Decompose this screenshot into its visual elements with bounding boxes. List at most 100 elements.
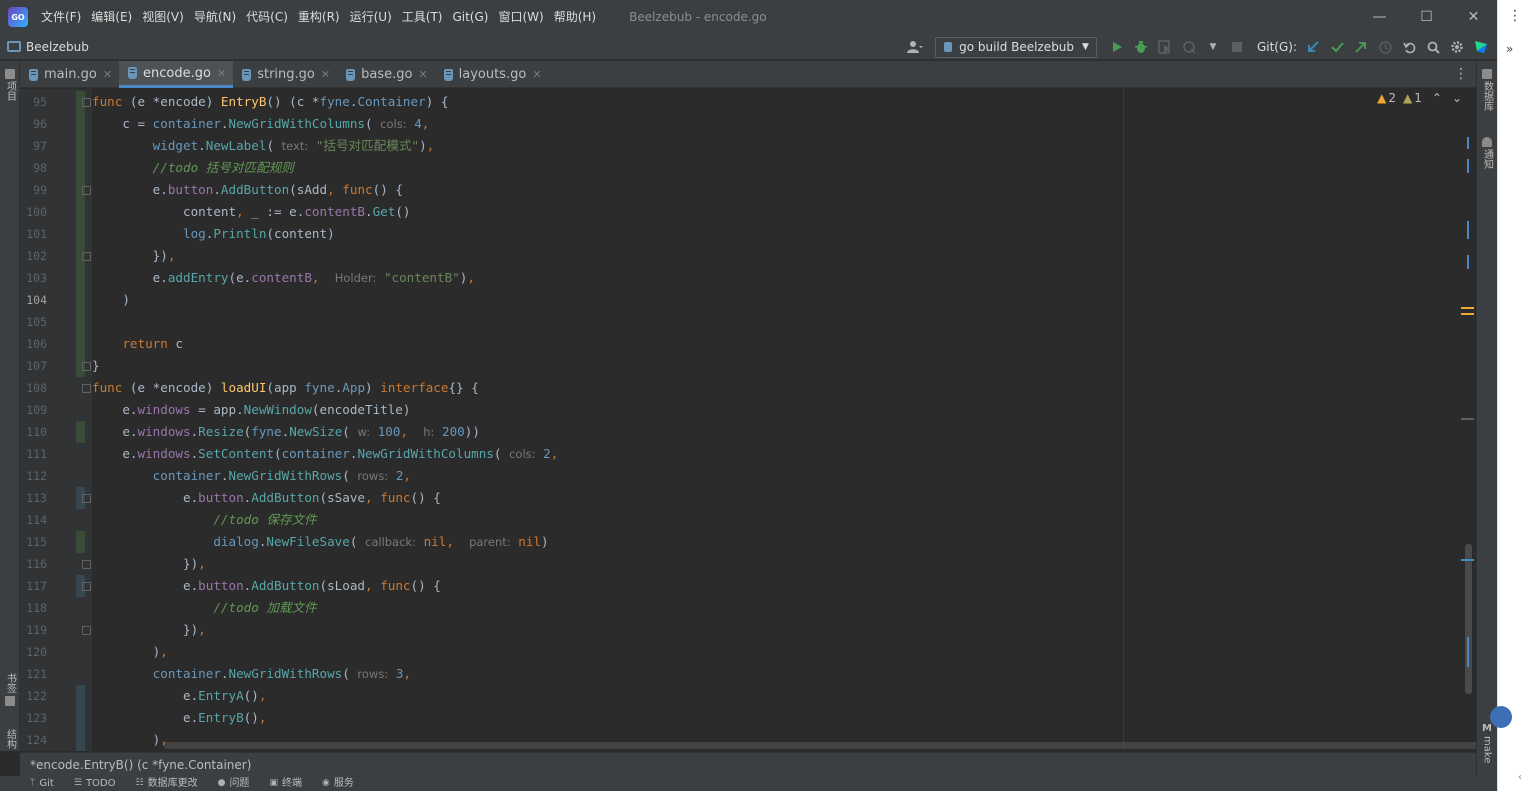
terminal-tool-button[interactable]: ▣ 终端	[269, 776, 302, 791]
close-icon[interactable]: ✕	[532, 68, 541, 81]
next-highlight-icon[interactable]: ⌄	[1452, 91, 1462, 105]
more-run-options-chevron-icon[interactable]: ▼	[1202, 36, 1224, 58]
go-file-icon	[346, 68, 356, 81]
vcs-added-marker[interactable]	[76, 421, 85, 443]
floating-assistant-button[interactable]	[1490, 706, 1512, 728]
collapse-panel-icon[interactable]: ‹	[1518, 772, 1522, 783]
tab-encode-go[interactable]: encode.go ✕	[119, 61, 234, 88]
horizontal-scrollbar[interactable]	[164, 742, 1476, 749]
tab-base-go[interactable]: base.go ✕	[337, 61, 435, 88]
database-tool-tab[interactable]: 数据库	[1477, 69, 1497, 111]
vcs-added-marker[interactable]	[76, 289, 85, 311]
inspection-widget[interactable]: ▲ 2 ▲ 1 ⌃ ⌄	[1377, 91, 1462, 105]
git-push-icon[interactable]	[1350, 36, 1372, 58]
settings-gear-icon[interactable]	[1446, 36, 1468, 58]
bottom-tool-window-bar: ᛘ Git ☰ TODO ☷ 数据库更改 ● 问题 ▣ 终端 ◉ 服务	[0, 776, 1497, 791]
run-icon[interactable]	[1106, 36, 1128, 58]
run-configuration-select[interactable]: go build Beelzebub ▼	[935, 36, 1097, 58]
menu-bar: 文件(F) 编辑(E) 视图(V) 导航(N) 代码(C) 重构(R) 运行(U…	[36, 0, 601, 34]
close-icon[interactable]: ✕	[321, 68, 330, 81]
fold-marker-icon[interactable]	[82, 186, 91, 195]
tab-layouts-go[interactable]: layouts.go ✕	[435, 61, 549, 88]
user-account-icon[interactable]	[904, 36, 926, 58]
fold-marker-icon[interactable]	[82, 626, 91, 635]
fold-marker-icon[interactable]	[82, 560, 91, 569]
vertical-scrollbar[interactable]	[1465, 544, 1472, 694]
code-line: ),	[92, 732, 168, 747]
profile-icon[interactable]	[1178, 36, 1200, 58]
bookmarks-tool-tab[interactable]: 书签	[0, 671, 20, 706]
code-area[interactable]: func (e *encode) EntryB() (c *fyne.Conta…	[92, 89, 1476, 751]
git-tool-button[interactable]: ᛘ Git	[30, 776, 54, 791]
structure-tool-tab[interactable]: 结构	[0, 727, 20, 749]
vcs-added-marker[interactable]	[76, 311, 85, 333]
close-icon[interactable]: ✕	[103, 68, 112, 81]
expand-panel-icon[interactable]: »	[1506, 42, 1513, 56]
debug-icon[interactable]	[1130, 36, 1152, 58]
minimize-button[interactable]: —	[1356, 0, 1403, 34]
tab-string-go[interactable]: string.go ✕	[233, 61, 337, 88]
outer-side-panel: ⋮ » ‹	[1497, 0, 1531, 791]
tab-options-menu-icon[interactable]: ⋮	[1454, 61, 1468, 88]
vcs-added-marker[interactable]	[76, 135, 85, 157]
overflow-menu-icon[interactable]: ⋮	[1508, 8, 1522, 24]
close-icon[interactable]: ✕	[217, 67, 226, 80]
stop-icon[interactable]	[1226, 36, 1248, 58]
tab-main-go[interactable]: main.go ✕	[20, 61, 119, 88]
fold-marker-icon[interactable]	[82, 494, 91, 503]
line-number: 120	[26, 645, 47, 659]
menu-window[interactable]: 窗口(W)	[493, 0, 548, 34]
vcs-added-marker[interactable]	[76, 531, 85, 553]
fold-marker-icon[interactable]	[82, 582, 91, 591]
run-with-coverage-icon[interactable]	[1154, 36, 1176, 58]
menu-file[interactable]: 文件(F)	[36, 0, 86, 34]
problems-tool-button[interactable]: ● 问题	[218, 776, 250, 791]
breadcrumb-item[interactable]: *encode.EntryB() (c *fyne.Container)	[30, 758, 251, 772]
code-editor[interactable]: 95 96 97 98 99 100 101 102 103 104 105 106 107 108 109…	[20, 89, 1476, 751]
fold-marker-icon[interactable]	[82, 384, 91, 393]
vcs-added-marker[interactable]	[76, 333, 85, 355]
rollback-icon[interactable]	[1398, 36, 1420, 58]
menu-edit[interactable]: 编辑(E)	[86, 0, 137, 34]
project-breadcrumb[interactable]: Beelzebub	[7, 40, 89, 54]
menu-refactor[interactable]: 重构(R)	[293, 0, 345, 34]
menu-code[interactable]: 代码(C)	[241, 0, 293, 34]
vcs-modified-marker[interactable]	[76, 729, 85, 751]
notifications-tool-tab[interactable]: 通知	[1477, 137, 1497, 169]
vcs-modified-marker[interactable]	[76, 707, 85, 729]
menu-view[interactable]: 视图(V)	[137, 0, 189, 34]
menu-git[interactable]: Git(G)	[447, 0, 493, 34]
goland-logo-icon[interactable]: GO	[8, 7, 28, 27]
make-tool-tab[interactable]: M make	[1477, 723, 1497, 763]
git-update-icon[interactable]	[1302, 36, 1324, 58]
close-window-button[interactable]: ✕	[1450, 0, 1497, 34]
fold-marker-icon[interactable]	[82, 252, 91, 261]
fold-marker-icon[interactable]	[82, 98, 91, 107]
previous-highlight-icon[interactable]: ⌃	[1432, 91, 1442, 105]
vcs-modified-marker[interactable]	[76, 685, 85, 707]
git-history-icon[interactable]	[1374, 36, 1396, 58]
menu-tools[interactable]: 工具(T)	[397, 0, 448, 34]
vcs-added-marker[interactable]	[76, 201, 85, 223]
vcs-added-marker[interactable]	[76, 157, 85, 179]
code-with-me-icon[interactable]	[1470, 36, 1492, 58]
menu-navigate[interactable]: 导航(N)	[189, 0, 241, 34]
vcs-added-marker[interactable]	[76, 113, 85, 135]
project-tool-tab[interactable]: 项目	[0, 69, 20, 101]
database-changes-tool-button[interactable]: ☷ 数据库更改	[136, 776, 198, 791]
maximize-button[interactable]: ☐	[1403, 0, 1450, 34]
line-number: 123	[26, 711, 47, 725]
services-tool-button[interactable]: ◉ 服务	[322, 776, 354, 791]
code-line: e.EntryA(),	[92, 688, 267, 703]
vcs-added-marker[interactable]	[76, 267, 85, 289]
code-line: }),	[92, 556, 206, 571]
close-icon[interactable]: ✕	[418, 68, 427, 81]
search-everywhere-icon[interactable]	[1422, 36, 1444, 58]
fold-marker-icon[interactable]	[82, 362, 91, 371]
git-commit-icon[interactable]	[1326, 36, 1348, 58]
todo-tool-button[interactable]: ☰ TODO	[74, 776, 116, 791]
menu-run[interactable]: 运行(U)	[345, 0, 397, 34]
menu-help[interactable]: 帮助(H)	[549, 0, 601, 34]
vcs-added-marker[interactable]	[76, 223, 85, 245]
code-breadcrumb[interactable]: *encode.EntryB() (c *fyne.Container)	[20, 752, 1476, 776]
